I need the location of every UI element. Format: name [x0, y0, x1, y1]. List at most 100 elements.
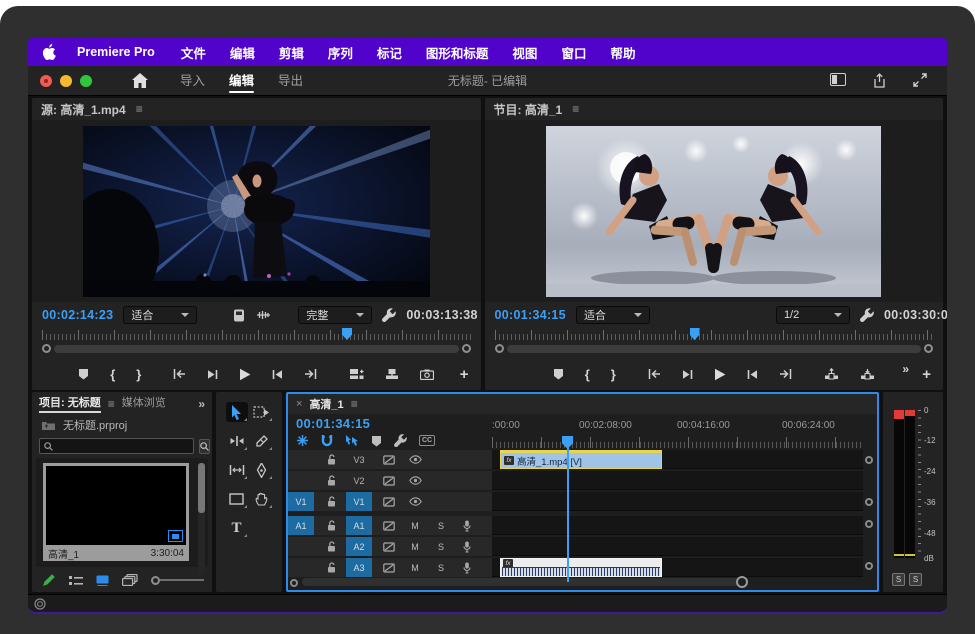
program-zoom-select[interactable]: 适合 [576, 306, 650, 324]
timeline-horizontal-scrollbar[interactable] [302, 578, 745, 586]
track-visibility-eye-icon[interactable] [408, 497, 422, 506]
add-marker-icon[interactable] [553, 368, 564, 380]
timeline-settings-wrench-icon[interactable] [394, 434, 407, 447]
tab-edit[interactable]: 编辑 [229, 66, 254, 96]
video-clip[interactable]: fx 高清_1.mp4 [V] [500, 450, 662, 469]
track-header-v2[interactable]: V2 [288, 471, 492, 490]
sync-lock-icon[interactable] [382, 455, 396, 465]
solo-button[interactable]: S [434, 542, 448, 552]
lock-icon[interactable] [324, 520, 338, 531]
scroll-handle-right[interactable] [462, 344, 471, 353]
rectangle-tool[interactable] [226, 489, 248, 509]
scroll-handle-left[interactable] [42, 344, 51, 353]
mark-in-button[interactable]: { [585, 368, 590, 381]
tab-import[interactable]: 导入 [180, 66, 205, 96]
sync-lock-icon[interactable] [382, 476, 396, 486]
track-lane-v3[interactable]: fx 高清_1.mp4 [V] [492, 450, 863, 469]
program-video-area[interactable] [485, 120, 943, 302]
track-lane-a1[interactable] [492, 516, 863, 535]
scroll-handle-right[interactable] [924, 344, 933, 353]
selection-tool[interactable] [226, 402, 248, 422]
program-timecode[interactable]: 00:01:34:15 [495, 308, 566, 322]
home-icon[interactable] [132, 73, 148, 88]
voiceover-mic-icon[interactable] [460, 541, 474, 553]
track-target-a2[interactable]: A2 [346, 537, 372, 556]
track-header-a3[interactable]: A3 M S [288, 558, 492, 577]
tab-media-browser[interactable]: 媒体浏览 [122, 392, 166, 415]
timeline-tab[interactable]: × 高清_1 ≡ [288, 394, 877, 414]
menubar-app-name[interactable]: Premiere Pro [77, 45, 155, 59]
scroll-track[interactable] [507, 345, 921, 353]
source-patch-a1[interactable]: A1 [288, 516, 314, 535]
track-target-a1[interactable]: A1 [346, 516, 372, 535]
track-header-v1[interactable]: V1 V1 [288, 492, 492, 511]
freeform-view-icon[interactable] [122, 574, 138, 586]
panel-menu-icon[interactable]: ≡ [351, 397, 358, 411]
track-header-a1[interactable]: A1 A1 M S [288, 516, 492, 535]
add-marker-icon[interactable] [371, 435, 382, 447]
program-quality-select[interactable]: 1/2 [776, 306, 850, 324]
track-header-v3[interactable]: V3 [288, 450, 492, 469]
timeline-timecode[interactable]: 00:01:34:15 [296, 416, 370, 431]
sequence-thumbnail[interactable]: 高清_1 3:30:04 [43, 463, 189, 561]
slider-knob[interactable] [151, 576, 160, 585]
extract-icon[interactable] [860, 368, 875, 380]
lift-icon[interactable] [824, 368, 839, 380]
audio-meters-panel[interactable]: 0 -12 -24 -36 -48 dB S S [883, 392, 943, 592]
go-to-in-icon[interactable] [647, 368, 661, 380]
source-time-ruler[interactable] [42, 328, 471, 341]
track-height-handle[interactable] [865, 456, 873, 464]
lock-icon[interactable] [324, 562, 338, 573]
project-bin-row[interactable]: 无标题.prproj [32, 415, 212, 435]
track-lane-v1[interactable] [492, 492, 863, 511]
sync-lock-icon[interactable] [382, 542, 396, 552]
solo-left-button[interactable]: S [892, 573, 905, 586]
captions-icon[interactable]: CC [419, 435, 435, 446]
voiceover-mic-icon[interactable] [460, 520, 474, 532]
play-button[interactable] [714, 368, 726, 381]
fullscreen-icon[interactable] [913, 73, 927, 88]
lock-icon[interactable] [324, 496, 338, 507]
nest-insert-icon[interactable] [296, 434, 309, 447]
close-button[interactable] [40, 75, 52, 87]
snap-magnet-icon[interactable] [321, 434, 333, 447]
track-target-v2[interactable]: V2 [346, 471, 372, 490]
apple-logo-icon[interactable] [42, 44, 57, 61]
type-tool[interactable]: T [226, 518, 248, 538]
writable-pencil-icon[interactable] [42, 573, 56, 587]
add-marker-icon[interactable] [78, 368, 89, 380]
program-time-ruler[interactable] [495, 328, 933, 341]
go-to-out-icon[interactable] [779, 368, 793, 380]
lock-icon[interactable] [324, 454, 338, 465]
project-scrollbar[interactable] [198, 463, 205, 575]
overwrite-icon[interactable] [385, 368, 399, 380]
source-zoom-select[interactable]: 适合 [123, 306, 197, 324]
track-lane-a3[interactable]: fx [492, 558, 863, 577]
track-lane-v2[interactable] [492, 471, 863, 490]
solo-button[interactable]: S [434, 563, 448, 573]
source-patch-v1[interactable]: V1 [288, 492, 314, 511]
track-lane-a2[interactable] [492, 537, 863, 556]
list-view-icon[interactable] [69, 575, 83, 586]
item-name[interactable]: 高清_1 [48, 546, 79, 561]
track-visibility-eye-icon[interactable] [408, 476, 422, 485]
output-settings-icon[interactable] [233, 309, 245, 322]
menu-graphics[interactable]: 图形和标题 [426, 43, 489, 62]
menu-clip[interactable]: 剪辑 [279, 43, 304, 62]
tab-export[interactable]: 导出 [278, 66, 303, 96]
track-target-v3[interactable]: V3 [346, 450, 372, 469]
hand-tool[interactable] [251, 489, 273, 509]
button-editor-icon[interactable]: + [922, 366, 931, 383]
menu-help[interactable]: 帮助 [610, 43, 635, 62]
mark-out-button[interactable]: } [136, 368, 141, 381]
timeline-scroll-handle-left[interactable] [290, 579, 298, 587]
step-back-icon[interactable] [682, 369, 693, 380]
track-height-handle[interactable] [865, 498, 873, 506]
export-frame-icon[interactable] [420, 369, 434, 380]
track-header-a2[interactable]: A2 M S [288, 537, 492, 556]
timeline-ruler[interactable]: :00:00 00:02:08:00 00:04:16:00 00:06:24:… [492, 420, 863, 450]
play-button[interactable] [239, 368, 251, 381]
settings-wrench-icon[interactable] [382, 308, 396, 322]
sync-lock-icon[interactable] [382, 497, 396, 507]
mute-button[interactable]: M [408, 563, 422, 573]
